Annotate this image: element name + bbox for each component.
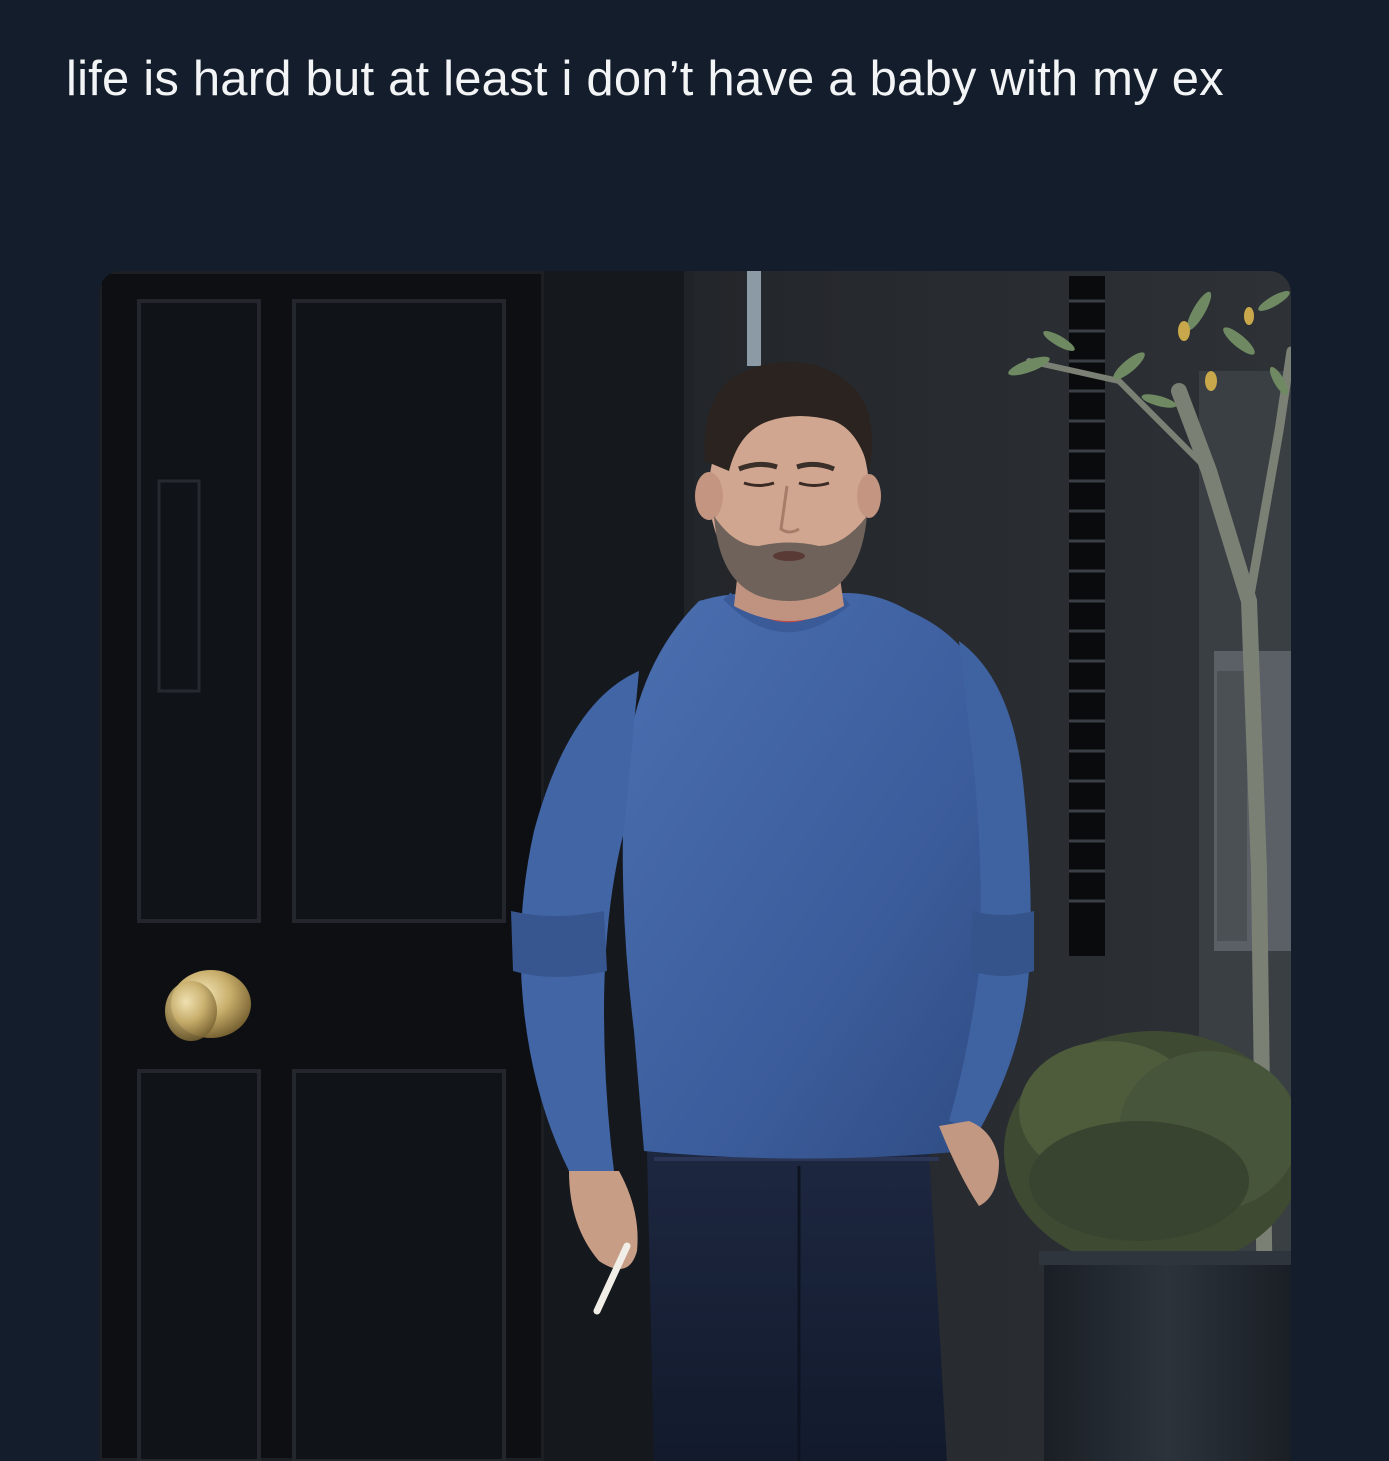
photo-illustration: [99, 271, 1291, 1461]
tweet-page: life is hard but at least i don’t have a…: [0, 0, 1389, 1461]
tweet-photo[interactable]: [99, 271, 1291, 1461]
tweet-text: life is hard but at least i don’t have a…: [66, 52, 1224, 106]
